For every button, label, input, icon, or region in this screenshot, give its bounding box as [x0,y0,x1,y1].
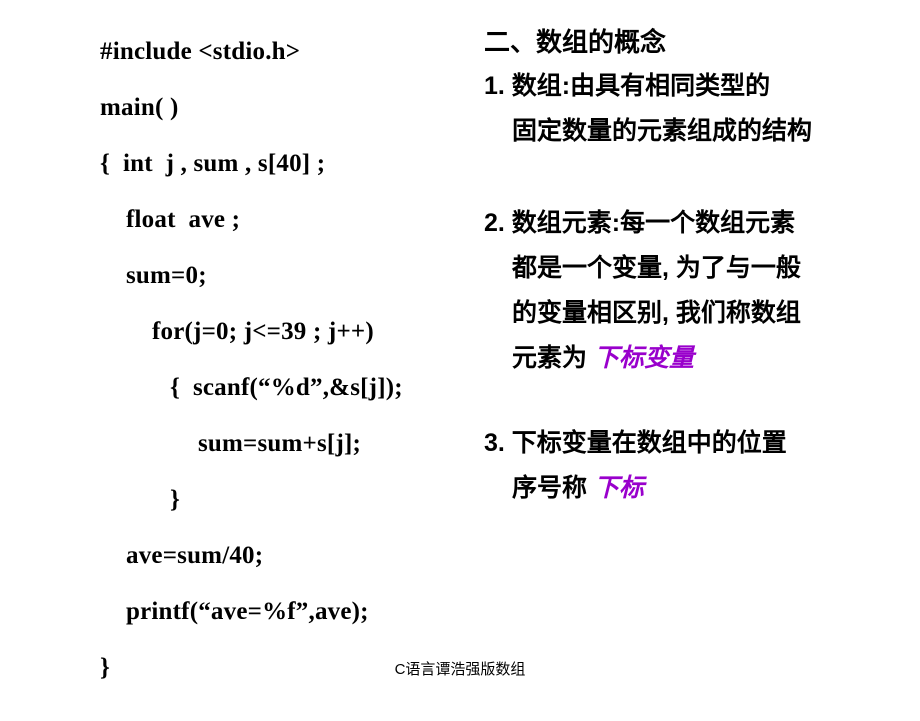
note-item-3: 3. 下标变量在数组中的位置 序号称 下标 [484,421,914,511]
note-line: 2. 数组元素:每一个数组元素 [484,201,914,246]
code-line: ave=sum/40; [126,542,264,569]
note-line-text: 都是一个变量, 为了与一般 [512,254,801,282]
note-line: 1. 数组:由具有相同类型的 [484,64,914,109]
note-line-lead: 3. [484,429,512,457]
code-line: #include <stdio.h> [100,38,301,65]
note-line-lead: 2. [484,209,512,237]
note-line: 的变量相区别, 我们称数组 [484,291,914,336]
note-line: 序号称 下标 [484,466,914,511]
note-line-text: 数组:由具有相同类型的 [511,72,771,100]
code-line: float ave ; [126,206,241,233]
notes-list: 二、数组的概念 1. 数组:由具有相同类型的 固定数量的元素组成的结构 2. 数… [484,22,914,511]
highlight-term-subscript: 下标 [593,474,644,502]
slide-canvas: #include <stdio.h> main( ) { int j , sum… [0,0,920,721]
note-line-text: 的变量相区别, 我们称数组 [512,299,801,327]
note-line-lead: 1. [484,72,512,100]
code-line: { scanf(“%d”,&s[j]); [170,374,403,401]
notes-heading: 二、数组的概念 [484,28,667,57]
note-spacer [484,381,914,421]
code-line: main( ) [100,94,179,121]
footer-text: C语言谭浩强版数组 [394,661,526,678]
note-line: 固定数量的元素组成的结构 [484,109,914,154]
code-line: } [170,486,181,513]
note-line-text: 固定数量的元素组成的结构 [512,117,813,145]
code-line: { int j , sum , s[40] ; [100,150,326,177]
slide-footer: C语言谭浩强版数组 [0,660,920,680]
code-line: sum=0; [126,262,207,289]
code-line: for(j=0; j<=39 ; j++) [152,318,374,345]
note-line-text: 序号称 [512,474,594,502]
note-line-text: 下标变量在数组中的位置 [511,429,787,457]
note-line-text: 数组元素:每一个数组元素 [511,209,796,237]
code-line: sum=sum+s[j]; [198,430,362,457]
note-line: 3. 下标变量在数组中的位置 [484,421,914,466]
code-line: printf(“ave=%f”,ave); [126,598,369,625]
note-spacer [484,154,914,201]
note-item-1: 1. 数组:由具有相同类型的 固定数量的元素组成的结构 [484,64,914,154]
note-line-text: 元素为 [512,344,594,372]
note-item-2: 2. 数组元素:每一个数组元素 都是一个变量, 为了与一般 的变量相区别, 我们… [484,201,914,381]
highlight-term-subscript-variable: 下标变量 [593,344,694,372]
code-listing: #include <stdio.h> main( ) { int j , sum… [100,24,480,696]
note-line: 都是一个变量, 为了与一般 [484,246,914,291]
note-line: 元素为 下标变量 [484,336,914,381]
